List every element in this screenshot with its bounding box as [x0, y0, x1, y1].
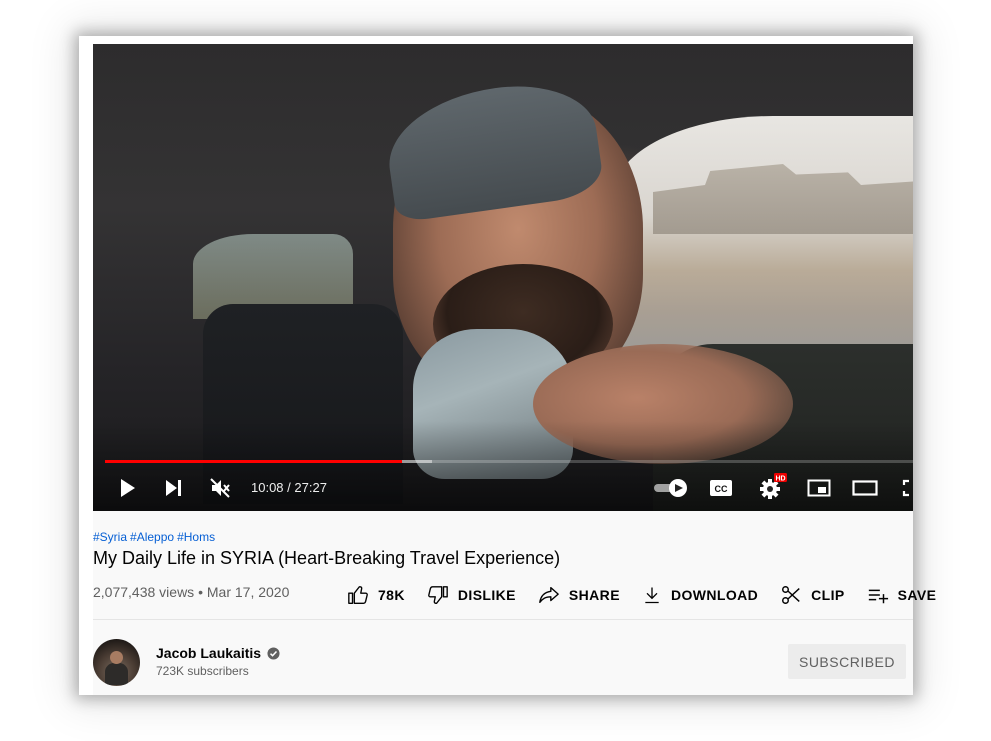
- action-bar: 78K DISLIKE SHARE DOWNLOAD CLIP SAVE: [347, 581, 936, 609]
- playlist-add-icon: [868, 589, 888, 604]
- verified-badge: [267, 646, 280, 660]
- thumbs-down-icon: [427, 586, 448, 604]
- share-icon: [539, 586, 559, 604]
- hashtag-syria[interactable]: #Syria: [93, 530, 127, 544]
- thumbs-up-icon: [348, 586, 368, 604]
- video-title: My Daily Life in SYRIA (Heart-Breaking T…: [93, 548, 561, 568]
- hashtag-homs[interactable]: #Homs: [177, 530, 215, 544]
- autoplay-toggle[interactable]: [653, 478, 689, 498]
- avatar-figure-body: [105, 663, 128, 685]
- theater-button[interactable]: [851, 478, 879, 498]
- settings-icon: HD: [760, 473, 787, 499]
- download-button[interactable]: DOWNLOAD: [642, 581, 758, 609]
- channel-avatar[interactable]: [93, 639, 140, 686]
- share-button[interactable]: SHARE: [538, 581, 620, 609]
- clip-button[interactable]: CLIP: [780, 581, 845, 609]
- progress-played: [105, 460, 402, 463]
- dislike-label: DISLIKE: [457, 587, 516, 603]
- current-time: 10:08: [251, 480, 284, 495]
- meta-separator: •: [194, 584, 207, 600]
- channel-name[interactable]: Jacob Laukaitis: [156, 645, 280, 661]
- captions-text: CC: [715, 484, 728, 494]
- autoplay-toggle-icon: [654, 479, 687, 497]
- duration: 27:27: [294, 480, 327, 495]
- captions-icon: CC: [710, 480, 732, 496]
- view-count: 2,077,438 views: [93, 584, 195, 600]
- next-icon: [166, 480, 181, 496]
- like-button[interactable]: 78K: [347, 581, 405, 609]
- watch-page-card: 10:08 / 27:27 CC HD #Syria #Aleppo #Homs…: [79, 36, 936, 695]
- download-label: DOWNLOAD: [670, 587, 759, 603]
- play-button[interactable]: [115, 474, 141, 502]
- upload-date: Mar 17, 2020: [206, 584, 290, 600]
- share-label: SHARE: [568, 587, 620, 603]
- dislike-button[interactable]: DISLIKE: [427, 581, 516, 609]
- hashtag-aleppo[interactable]: #Aleppo: [130, 530, 174, 544]
- miniplayer-button[interactable]: [806, 478, 832, 498]
- fullscreen-icon: [902, 479, 909, 497]
- next-button[interactable]: [161, 474, 187, 502]
- miniplayer-icon: [807, 479, 831, 497]
- settings-button[interactable]: HD: [757, 472, 787, 502]
- card-left-strip: [79, 36, 93, 695]
- clip-label: CLIP: [811, 587, 845, 603]
- channel-name-text: Jacob Laukaitis: [156, 645, 262, 661]
- subscribed-button[interactable]: SUBSCRIBED: [788, 644, 906, 679]
- subscriber-count: 723K subscribers: [156, 664, 249, 678]
- verified-check-icon: [267, 646, 280, 660]
- fullscreen-button[interactable]: [901, 478, 913, 498]
- captions-button[interactable]: CC: [708, 478, 734, 498]
- video-meta: 2,077,438 views • Mar 17, 2020: [93, 584, 289, 600]
- progress-bar[interactable]: [105, 460, 913, 463]
- time-separator: /: [283, 480, 295, 495]
- mute-icon: [210, 478, 230, 498]
- card-top-strip: [79, 36, 913, 44]
- download-icon: [645, 587, 659, 604]
- hashtags: #Syria #Aleppo #Homs: [93, 530, 218, 544]
- video-frame-window: [613, 116, 913, 366]
- play-icon: [121, 479, 135, 497]
- hd-badge: HD: [775, 476, 785, 483]
- video-player[interactable]: 10:08 / 27:27 CC HD: [93, 44, 913, 511]
- theater-icon: [852, 480, 878, 496]
- save-button[interactable]: SAVE: [867, 581, 937, 609]
- avatar-figure-head: [110, 651, 123, 664]
- time-display: 10:08 / 27:27: [251, 478, 327, 498]
- scissors-icon: [782, 586, 800, 604]
- like-count: 78K: [378, 587, 405, 603]
- mute-button[interactable]: [206, 474, 234, 502]
- section-divider: [93, 619, 913, 620]
- save-label: SAVE: [897, 587, 937, 603]
